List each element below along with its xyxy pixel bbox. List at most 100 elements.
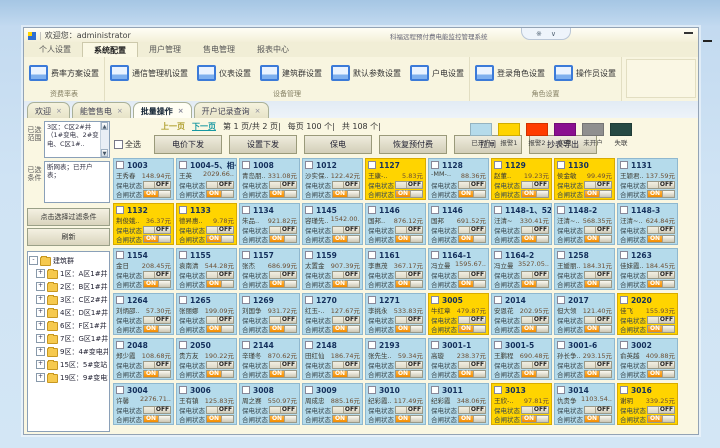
switch-status-toggle[interactable]: ON — [206, 190, 234, 198]
ribbon-button[interactable]: 登录角色设置 — [475, 65, 545, 81]
card-checkbox[interactable] — [431, 251, 439, 259]
expander-icon[interactable]: + — [36, 347, 45, 356]
meter-card[interactable]: 1154金日208.45元保电状态OFF合闸状态ON — [113, 248, 174, 290]
meter-card[interactable]: 1012沙实保..122.42元保电状态OFF合闸状态ON — [302, 158, 363, 200]
meter-card[interactable]: 3016谢玥339.25元保电状态OFF合闸状态ON — [617, 383, 678, 425]
supply-status-toggle[interactable]: OFF — [584, 316, 612, 324]
switch-status-toggle[interactable]: ON — [395, 415, 423, 423]
supply-status-toggle[interactable]: OFF — [332, 226, 360, 234]
meter-card[interactable]: 1164-2冯立曼3527.05..保电状态OFF合闸状态ON — [491, 248, 552, 290]
card-checkbox[interactable] — [242, 161, 250, 169]
card-checkbox[interactable] — [116, 296, 124, 304]
supply-status-toggle[interactable]: OFF — [269, 181, 297, 189]
supply-status-toggle[interactable]: OFF — [143, 316, 171, 324]
supply-status-toggle[interactable]: OFF — [458, 316, 486, 324]
switch-status-toggle[interactable]: ON — [458, 325, 486, 333]
meter-card[interactable]: 1271李挑永533.83元保电状态OFF合闸状态ON — [365, 293, 426, 335]
supply-status-toggle[interactable]: OFF — [458, 271, 486, 279]
minimize-icon[interactable] — [684, 32, 693, 34]
switch-status-toggle[interactable]: ON — [521, 415, 549, 423]
meter-card[interactable]: 1270红玉-..127.67元保电状态OFF合闸状态ON — [302, 293, 363, 335]
switch-status-toggle[interactable]: ON — [458, 235, 486, 243]
card-checkbox[interactable] — [431, 206, 439, 214]
supply-status-toggle[interactable]: OFF — [206, 361, 234, 369]
supply-status-toggle[interactable]: OFF — [143, 271, 171, 279]
switch-status-toggle[interactable]: ON — [332, 370, 360, 378]
meter-card[interactable]: 1148-2汪清~..568.35元保电状态OFF合闸状态ON — [554, 203, 615, 245]
card-checkbox[interactable] — [179, 386, 187, 394]
card-checkbox[interactable] — [368, 251, 376, 259]
meter-card[interactable]: 1155袁南清544.28元保电状态OFF合闸状态ON — [176, 248, 237, 290]
ribbon-button[interactable]: 仪表设置 — [197, 65, 251, 81]
switch-status-toggle[interactable]: ON — [206, 415, 234, 423]
prev-page-link[interactable]: 上一页 — [161, 121, 185, 132]
switch-status-toggle[interactable]: ON — [458, 190, 486, 198]
ribbon-tab[interactable]: 报表中心 — [246, 42, 300, 57]
switch-status-toggle[interactable]: ON — [458, 415, 486, 423]
supply-status-toggle[interactable]: OFF — [395, 181, 423, 189]
supply-status-toggle[interactable]: OFF — [521, 361, 549, 369]
expander-icon[interactable]: + — [36, 360, 45, 369]
ribbon-tab[interactable]: 售电管理 — [192, 42, 246, 57]
ribbon-tab[interactable]: 用户管理 — [138, 42, 192, 57]
switch-status-toggle[interactable]: ON — [647, 235, 675, 243]
switch-status-toggle[interactable]: ON — [584, 415, 612, 423]
card-checkbox[interactable] — [368, 386, 376, 394]
ribbon-button[interactable]: 通信管理机设置 — [110, 65, 188, 81]
card-checkbox[interactable] — [557, 206, 565, 214]
card-checkbox[interactable] — [620, 296, 628, 304]
meter-card[interactable]: 1146国邦691.52元保电状态OFF合闸状态ON — [428, 203, 489, 245]
supply-status-toggle[interactable]: OFF — [458, 181, 486, 189]
choose-filter-button[interactable]: 点击选择过滤条件 — [27, 208, 110, 226]
meter-card[interactable]: 1128-MM-..88.36元保电状态OFF合闸状态ON — [428, 158, 489, 200]
supply-status-toggle[interactable]: OFF — [143, 226, 171, 234]
switch-status-toggle[interactable]: ON — [647, 325, 675, 333]
meter-card[interactable]: 1265张丽娜199.09元保电状态OFF合闸状态ON — [176, 293, 237, 335]
meter-card[interactable]: 2144辛瑾冬870.62元保电状态OFF合闸状态ON — [239, 338, 300, 380]
supply-status-toggle[interactable]: OFF — [521, 271, 549, 279]
document-tab[interactable]: 能管售电× — [72, 102, 131, 118]
supply-status-toggle[interactable]: OFF — [395, 226, 423, 234]
card-checkbox[interactable] — [305, 206, 313, 214]
supply-status-toggle[interactable]: OFF — [269, 271, 297, 279]
supply-status-toggle[interactable]: OFF — [584, 226, 612, 234]
switch-status-toggle[interactable]: ON — [521, 325, 549, 333]
switch-status-toggle[interactable]: ON — [521, 235, 549, 243]
switch-status-toggle[interactable]: ON — [206, 325, 234, 333]
scroll-up-icon[interactable]: ▲ — [101, 122, 108, 130]
scroll-down-icon[interactable]: ▼ — [101, 149, 108, 157]
card-checkbox[interactable] — [431, 161, 439, 169]
ribbon-tab[interactable]: 系统配置 — [82, 42, 138, 58]
meter-card[interactable]: 1131王颖君..137.59元保电状态OFF合闸状态ON — [617, 158, 678, 200]
switch-status-toggle[interactable]: ON — [395, 235, 423, 243]
card-checkbox[interactable] — [242, 296, 250, 304]
tree-item[interactable]: +1区：A区1#井 — [29, 267, 108, 280]
expander-icon[interactable]: + — [36, 334, 45, 343]
meter-card[interactable]: 3001-1高璇238.37元保电状态OFF合闸状态ON — [428, 338, 489, 380]
supply-status-toggle[interactable]: OFF — [332, 361, 360, 369]
meter-card[interactable]: 1258王媛丽..184.31元保电状态OFF合闸状态ON — [554, 248, 615, 290]
card-checkbox[interactable] — [305, 386, 313, 394]
card-checkbox[interactable] — [368, 296, 376, 304]
expander-icon[interactable]: + — [36, 373, 45, 382]
meter-card[interactable]: 2020佳飞155.93元保电状态OFF合闸状态ON — [617, 293, 678, 335]
meter-card[interactable]: 3001-6孙长争..293.15元保电状态OFF合闸状态ON — [554, 338, 615, 380]
supply-status-toggle[interactable]: OFF — [584, 181, 612, 189]
switch-status-toggle[interactable]: ON — [584, 190, 612, 198]
card-checkbox[interactable] — [179, 206, 187, 214]
close-tab-icon[interactable]: × — [117, 107, 123, 115]
supply-status-toggle[interactable]: OFF — [332, 316, 360, 324]
tree-item[interactable]: +19区：9#变电站（2#.. — [29, 371, 108, 384]
meter-card[interactable]: 1129赵董..19.23元保电状态OFF合闸状态ON — [491, 158, 552, 200]
switch-status-toggle[interactable]: ON — [395, 190, 423, 198]
outer-minimize-dash[interactable] — [703, 40, 712, 42]
meter-card[interactable]: 1127王康-..5.83元保电状态OFF合闸状态ON — [365, 158, 426, 200]
switch-status-toggle[interactable]: ON — [269, 415, 297, 423]
card-checkbox[interactable] — [620, 161, 628, 169]
switch-status-toggle[interactable]: ON — [458, 280, 486, 288]
ribbon-button[interactable]: 户电设置 — [410, 65, 464, 81]
switch-status-toggle[interactable]: ON — [458, 370, 486, 378]
meter-card[interactable]: 3010纪彩霞..117.49元保电状态OFF合闸状态ON — [365, 383, 426, 425]
switch-status-toggle[interactable]: ON — [143, 415, 171, 423]
switch-status-toggle[interactable]: ON — [269, 370, 297, 378]
